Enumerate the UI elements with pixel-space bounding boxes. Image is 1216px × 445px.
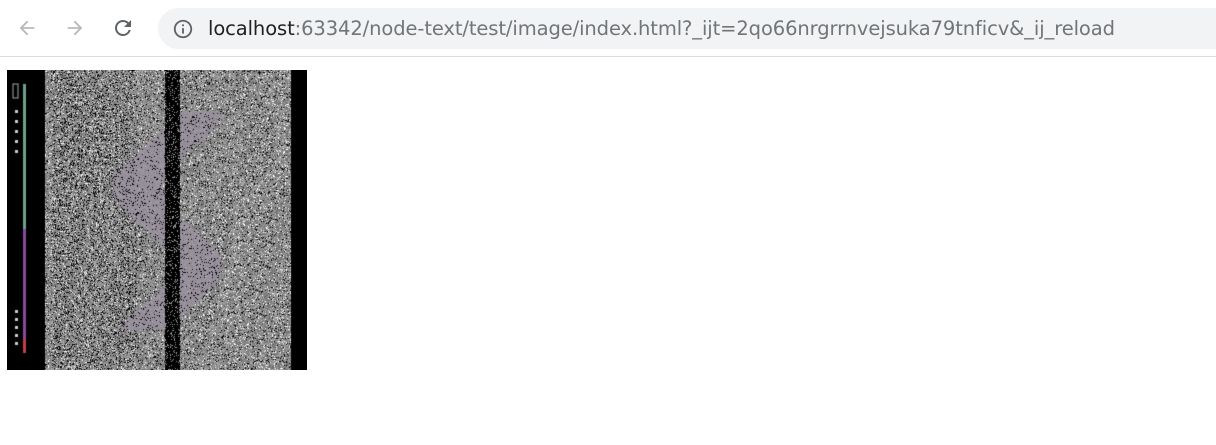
- arrow-left-icon: [19, 20, 35, 36]
- noise-image-canvas: [7, 70, 307, 370]
- forward-button[interactable]: [57, 10, 93, 46]
- address-bar[interactable]: localhost:63342/node-text/test/image/ind…: [158, 8, 1216, 49]
- reload-icon: [115, 20, 131, 36]
- url-host: localhost: [208, 17, 295, 40]
- url-text[interactable]: localhost:63342/node-text/test/image/ind…: [208, 8, 1115, 49]
- reload-button[interactable]: [105, 10, 141, 46]
- info-circle-icon[interactable]: [172, 18, 194, 40]
- arrow-right-icon: [67, 20, 83, 36]
- back-button[interactable]: [9, 10, 45, 46]
- browser-toolbar: localhost:63342/node-text/test/image/ind…: [0, 0, 1216, 57]
- page-content: [0, 58, 1216, 445]
- noise-image: [7, 70, 307, 370]
- url-path: :63342/node-text/test/image/index.html?_…: [294, 17, 1115, 40]
